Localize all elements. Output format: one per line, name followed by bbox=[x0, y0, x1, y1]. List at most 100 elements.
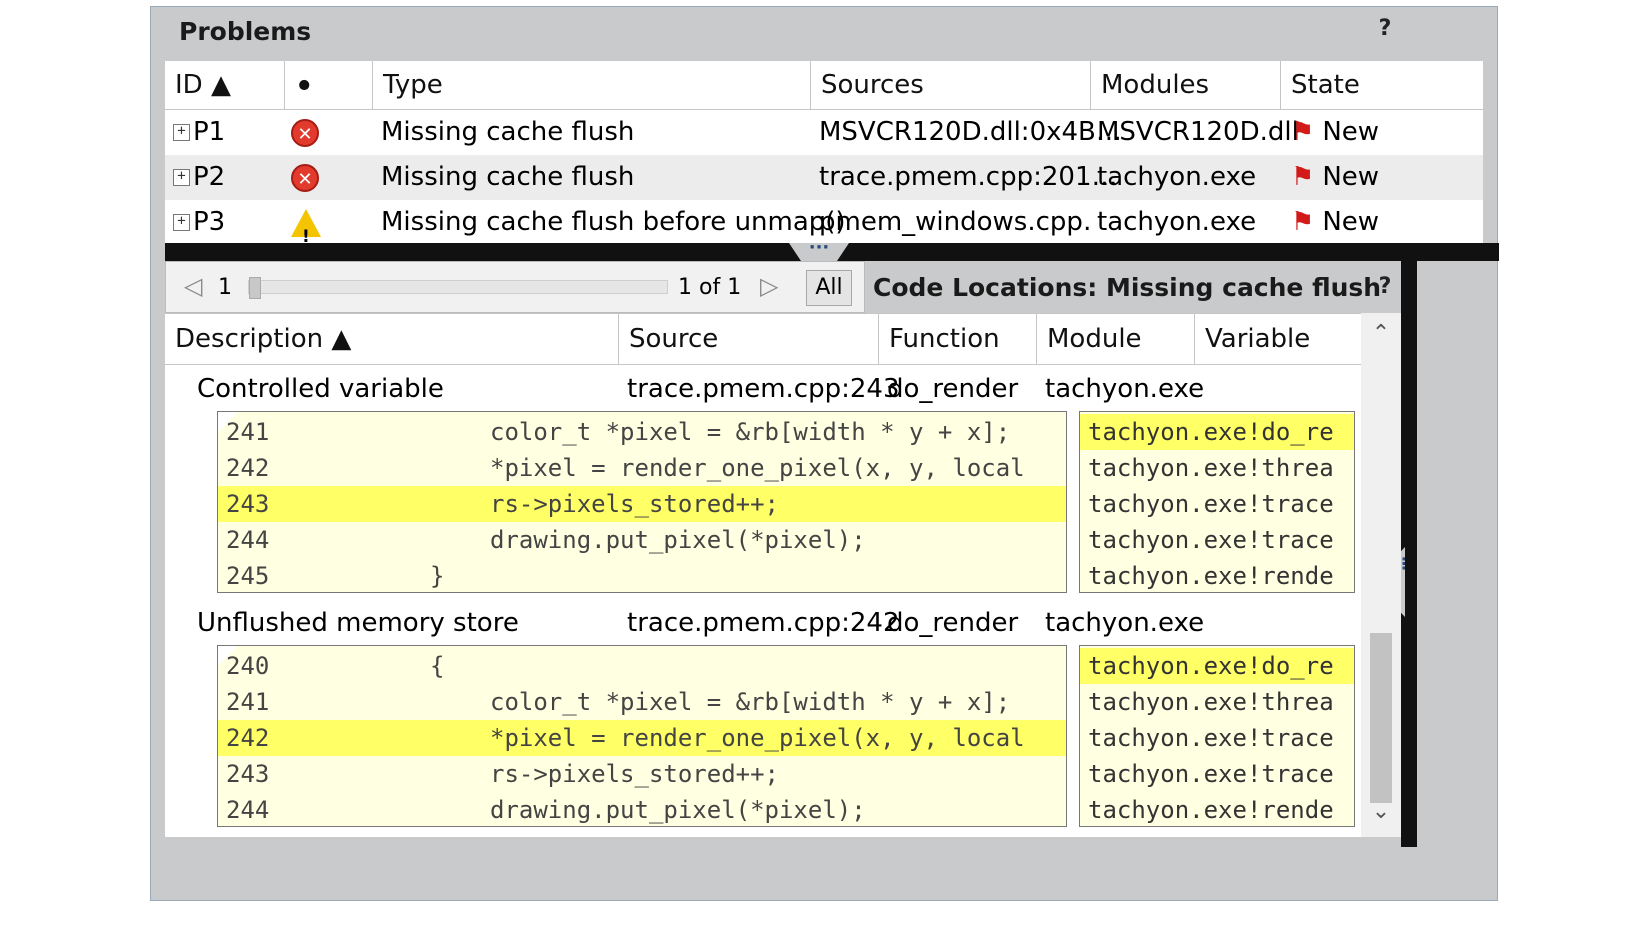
vertical-scrollbar[interactable]: ⌃ ⌄ bbox=[1361, 313, 1401, 837]
stack-frame[interactable]: tachyon.exe!threa bbox=[1080, 684, 1354, 720]
stack-frame[interactable]: tachyon.exe!trace bbox=[1080, 756, 1354, 792]
column-variable[interactable]: Variable bbox=[1195, 314, 1361, 364]
line-number: 243 bbox=[226, 490, 270, 518]
slider-thumb[interactable] bbox=[249, 277, 261, 299]
column-modules[interactable]: Modules bbox=[1091, 61, 1281, 109]
help-icon[interactable]: ? bbox=[1373, 275, 1397, 299]
call-stack[interactable]: tachyon.exe!do_re tachyon.exe!threa tach… bbox=[1079, 645, 1355, 827]
observation-source[interactable]: trace.pmem.cpp:243 bbox=[627, 369, 899, 409]
problem-type: Missing cache flush bbox=[381, 117, 635, 147]
observation-function: do_render bbox=[887, 374, 1019, 404]
current-index: 1 bbox=[218, 275, 232, 300]
line-number: 241 bbox=[226, 418, 270, 446]
observation-navigator: ◁ 1 1 of 1 ▷ All bbox=[165, 261, 865, 313]
problem-state[interactable]: ⚑ New bbox=[1291, 110, 1379, 155]
code-text: { bbox=[430, 652, 445, 680]
problem-id: P1 bbox=[193, 117, 226, 147]
observation-source[interactable]: trace.pmem.cpp:242 bbox=[627, 603, 899, 643]
flag-icon: ⚑ bbox=[1291, 162, 1315, 192]
stack-frame[interactable]: tachyon.exe!do_re bbox=[1080, 648, 1354, 684]
code-line: 244 drawing.put_pixel(*pixel); bbox=[218, 522, 1066, 558]
code-line: 242 *pixel = render_one_pixel(x, y, local bbox=[218, 450, 1066, 486]
column-description[interactable]: Description ▲ bbox=[165, 314, 619, 364]
expand-icon[interactable]: + bbox=[173, 214, 190, 231]
next-arrow-icon[interactable]: ▷ bbox=[760, 272, 778, 300]
problem-row[interactable]: + P2 ✕ Missing cache flush trace.pmem.cpp… bbox=[165, 155, 1483, 200]
stack-frame[interactable]: tachyon.exe!trace bbox=[1080, 522, 1354, 558]
code-line: 245} bbox=[218, 558, 1066, 592]
problem-type: Missing cache flush bbox=[381, 162, 635, 192]
observation-module: tachyon.exe bbox=[1045, 374, 1205, 404]
column-function[interactable]: Function bbox=[879, 314, 1037, 364]
problem-sources: MSVCR120D.dll:0x4B… bbox=[819, 117, 1122, 147]
stack-frame[interactable]: tachyon.exe!rende bbox=[1080, 558, 1354, 592]
problem-modules: MSVCR120D.dll bbox=[1097, 117, 1299, 147]
problems-table-header: ID ▲ ⚫ Type Sources Modules State bbox=[165, 61, 1483, 110]
stack-frame[interactable]: tachyon.exe!rende bbox=[1080, 792, 1354, 826]
stack-frame[interactable]: tachyon.exe!trace bbox=[1080, 720, 1354, 756]
stack-frame[interactable]: tachyon.exe!threa bbox=[1080, 450, 1354, 486]
source-code-snippet[interactable]: 241 color_t *pixel = &rb[width * y + x]; … bbox=[217, 411, 1067, 593]
scrollbar-thumb[interactable] bbox=[1370, 633, 1392, 803]
code-text: drawing.put_pixel(*pixel); bbox=[490, 526, 866, 554]
column-sources[interactable]: Sources bbox=[811, 61, 1091, 109]
code-line: 241 color_t *pixel = &rb[width * y + x]; bbox=[218, 684, 1066, 720]
severity-column-icon: ⚫ bbox=[295, 74, 314, 99]
problem-id: P2 bbox=[193, 162, 226, 192]
error-icon: ✕ bbox=[291, 118, 319, 147]
stack-frame[interactable]: tachyon.exe!trace bbox=[1080, 486, 1354, 522]
code-line: 240 { bbox=[218, 648, 1066, 684]
problems-titlebar: Problems ? bbox=[151, 7, 1497, 57]
scroll-down-icon[interactable]: ⌄ bbox=[1361, 799, 1401, 824]
problem-row[interactable]: + P1 ✕ Missing cache flush MSVCR120D.dll:… bbox=[165, 110, 1483, 155]
code-text: } bbox=[430, 562, 445, 590]
severity-cell: ! bbox=[291, 200, 321, 245]
observation-row[interactable]: Unflushed memory store trace.pmem.cpp:24… bbox=[165, 603, 1361, 643]
highlighted-code-line: 243 rs->pixels_stored++; bbox=[218, 486, 1066, 522]
observation-function: do_render bbox=[887, 608, 1019, 638]
column-id[interactable]: ID ▲ bbox=[165, 61, 285, 109]
horizontal-splitter[interactable]: ··· bbox=[165, 243, 1499, 261]
position-label: 1 of 1 bbox=[678, 275, 742, 300]
problem-id: P3 bbox=[193, 207, 226, 237]
expand-icon[interactable]: + bbox=[173, 124, 190, 141]
problems-title: Problems bbox=[179, 17, 312, 46]
observation-description: Controlled variable bbox=[197, 374, 444, 404]
column-type[interactable]: Type bbox=[373, 61, 811, 109]
warning-icon: ! bbox=[291, 208, 321, 245]
column-state[interactable]: State bbox=[1281, 61, 1483, 109]
scroll-up-icon[interactable]: ⌃ bbox=[1361, 321, 1401, 346]
line-number: 243 bbox=[226, 760, 270, 788]
code-text: color_t *pixel = &rb[width * y + x]; bbox=[490, 418, 1011, 446]
code-line: 243 rs->pixels_stored++; bbox=[218, 756, 1066, 792]
problem-type: Missing cache flush before unmap() bbox=[381, 207, 846, 237]
previous-arrow-icon[interactable]: ◁ bbox=[184, 272, 202, 300]
observation-row[interactable]: Controlled variable trace.pmem.cpp:243 d… bbox=[165, 369, 1361, 409]
expand-icon[interactable]: + bbox=[173, 169, 190, 186]
code-line: 244 drawing.put_pixel(*pixel); bbox=[218, 792, 1066, 826]
column-severity[interactable]: ⚫ bbox=[285, 61, 373, 109]
code-locations-titlebar: Code Locations: Missing cache flush ? bbox=[867, 261, 1407, 313]
problem-state-label: New bbox=[1322, 207, 1380, 237]
source-code-snippet[interactable]: 240 { 241 color_t *pixel = &rb[width * y +… bbox=[217, 645, 1067, 827]
problem-state[interactable]: ⚑ New bbox=[1291, 155, 1379, 200]
code-locations-title: Code Locations: Missing cache flush bbox=[873, 273, 1382, 302]
code-text: color_t *pixel = &rb[width * y + x]; bbox=[490, 688, 1011, 716]
highlighted-code-line: 242 *pixel = render_one_pixel(x, y, local bbox=[218, 720, 1066, 756]
problem-row[interactable]: + P3 ! Missing cache flush before unmap()… bbox=[165, 200, 1483, 245]
observation-description: Unflushed memory store bbox=[197, 608, 519, 638]
line-number: 241 bbox=[226, 688, 270, 716]
problem-state[interactable]: ⚑ New bbox=[1291, 200, 1379, 245]
splitter-grip-icon[interactable]: ··· bbox=[789, 243, 849, 261]
column-source[interactable]: Source bbox=[619, 314, 879, 364]
line-number: 244 bbox=[226, 526, 270, 554]
problem-sources: pmem_windows.cpp… bbox=[819, 207, 1089, 237]
stack-frame[interactable]: tachyon.exe!do_re bbox=[1080, 414, 1354, 450]
column-module[interactable]: Module bbox=[1037, 314, 1195, 364]
call-stack[interactable]: tachyon.exe!do_re tachyon.exe!threa tach… bbox=[1079, 411, 1355, 593]
navigator-slider[interactable] bbox=[248, 277, 668, 299]
help-icon[interactable]: ? bbox=[1373, 17, 1397, 41]
flag-icon: ⚑ bbox=[1291, 207, 1315, 237]
all-button[interactable]: All bbox=[806, 270, 852, 306]
observation-module: tachyon.exe bbox=[1045, 608, 1205, 638]
